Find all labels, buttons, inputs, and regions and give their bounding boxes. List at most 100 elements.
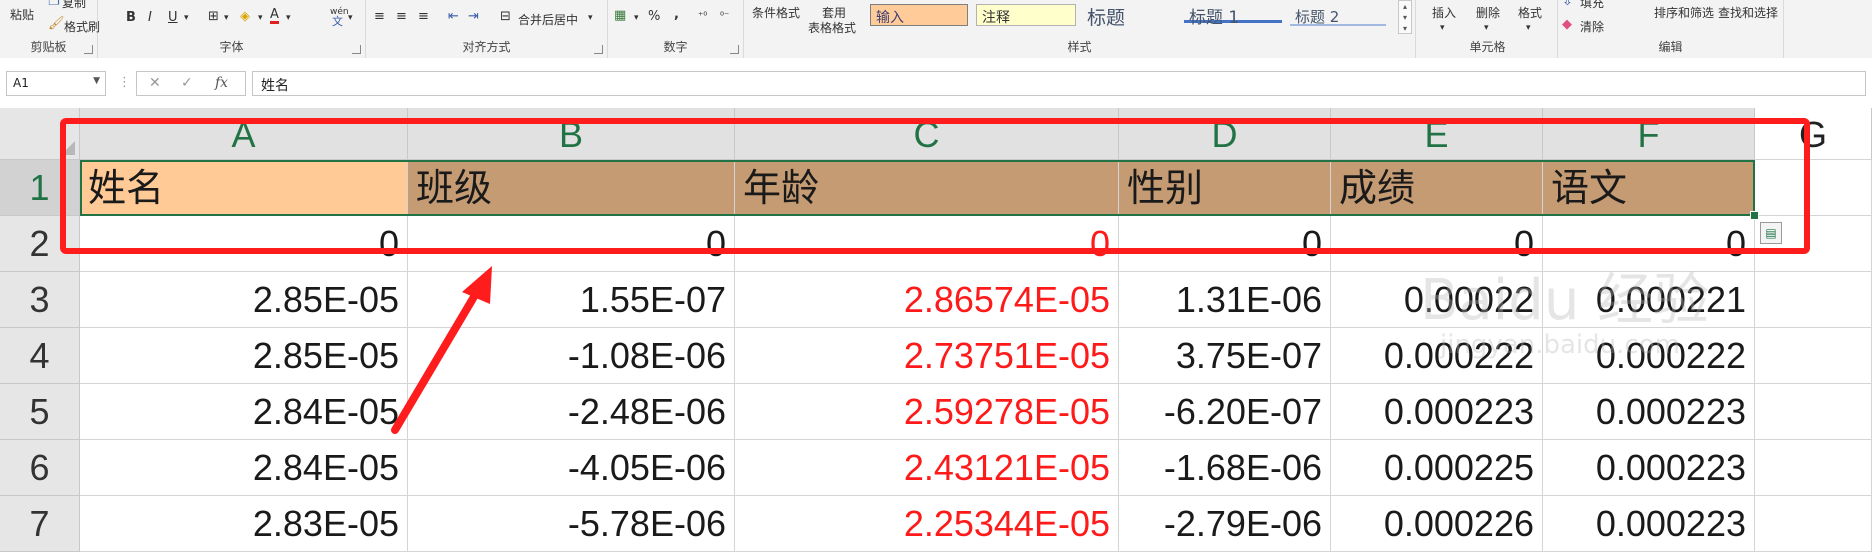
cell-a6[interactable]: 2.84E-05 <box>80 440 408 496</box>
cell-e7[interactable]: 0.000226 <box>1331 496 1543 552</box>
cancel-entry-button[interactable]: ✕ <box>149 75 161 91</box>
cell-c7[interactable]: 2.25344E-05 <box>735 496 1119 552</box>
cell-e3[interactable]: 0.00022 <box>1331 272 1543 328</box>
format-cells-button[interactable]: 格式 <box>1518 4 1542 21</box>
border-dropdown-icon[interactable]: ▾ <box>224 10 229 26</box>
cell-a7[interactable]: 2.83E-05 <box>80 496 408 552</box>
style-input-swatch[interactable]: 输入 <box>870 4 968 26</box>
format-dropdown-icon[interactable]: ▾ <box>1526 20 1531 36</box>
cell-g6[interactable] <box>1755 440 1872 496</box>
cell-g4[interactable] <box>1755 328 1872 384</box>
row-header-1[interactable]: 1 <box>0 160 80 216</box>
cell-g1[interactable] <box>1755 160 1872 216</box>
cell-f3[interactable]: 0.000221 <box>1543 272 1755 328</box>
cell-c1[interactable]: 年龄 <box>735 160 1119 216</box>
delete-button[interactable]: 删除 <box>1476 4 1500 21</box>
find-select-button[interactable]: 查找和选择 <box>1718 4 1778 21</box>
fill-handle[interactable] <box>1750 211 1759 220</box>
cell-d2[interactable]: 0 <box>1119 216 1331 272</box>
insert-dropdown-icon[interactable]: ▾ <box>1440 20 1445 36</box>
cell-c6[interactable]: 2.43121E-05 <box>735 440 1119 496</box>
copy-button[interactable]: 复制 <box>62 0 86 11</box>
cell-a1[interactable]: 姓名 <box>80 160 408 216</box>
cell-f2[interactable]: 0 <box>1543 216 1755 272</box>
cell-e5[interactable]: 0.000223 <box>1331 384 1543 440</box>
row-header-4[interactable]: 4 <box>0 328 80 384</box>
format-as-table-button[interactable]: 表格格式 <box>808 19 856 36</box>
cell-b5[interactable]: -2.48E-06 <box>408 384 735 440</box>
cell-b3[interactable]: 1.55E-07 <box>408 272 735 328</box>
cell-d4[interactable]: 3.75E-07 <box>1119 328 1331 384</box>
cell-f7[interactable]: 0.000223 <box>1543 496 1755 552</box>
column-header-g[interactable]: G <box>1755 108 1872 160</box>
fill-icon[interactable]: ⇩ <box>1562 0 1573 10</box>
italic-button[interactable]: I <box>148 10 152 26</box>
cell-d1[interactable]: 性别 <box>1119 160 1331 216</box>
row-header-2[interactable]: 2 <box>0 216 80 272</box>
formula-input[interactable]: 姓名 <box>252 71 1866 96</box>
percent-button[interactable]: % <box>648 9 660 25</box>
insert-function-button[interactable]: fx <box>215 75 228 91</box>
clear-icon[interactable]: ◆ <box>1562 17 1572 33</box>
comma-style-button[interactable]: , <box>674 7 679 23</box>
name-box[interactable]: A1 ▼ <box>6 71 106 96</box>
increase-decimal-icon[interactable]: ⁺⁰ <box>698 9 707 25</box>
cell-b1[interactable]: 班级 <box>408 160 735 216</box>
cell-f5[interactable]: 0.000223 <box>1543 384 1755 440</box>
decrease-decimal-icon[interactable]: ⁰⁻ <box>720 9 729 25</box>
cell-a5[interactable]: 2.84E-05 <box>80 384 408 440</box>
cell-e6[interactable]: 0.000225 <box>1331 440 1543 496</box>
cell-f1[interactable]: 语文 <box>1543 160 1755 216</box>
paste-button[interactable]: 粘贴 <box>10 6 34 23</box>
fill-color-dropdown-icon[interactable]: ▾ <box>258 10 263 26</box>
column-header-a[interactable]: A <box>80 108 408 160</box>
cell-g7[interactable] <box>1755 496 1872 552</box>
column-header-d[interactable]: D <box>1119 108 1331 160</box>
style-title-swatch[interactable]: 标题 <box>1082 1 1172 29</box>
currency-dropdown-icon[interactable]: ▾ <box>634 10 639 26</box>
underline-dropdown-icon[interactable]: ▾ <box>184 10 189 26</box>
quick-analysis-icon[interactable]: ▤ <box>1760 222 1782 244</box>
cell-d6[interactable]: -1.68E-06 <box>1119 440 1331 496</box>
merge-center-icon[interactable]: ⊟ <box>500 9 511 25</box>
align-right-icon[interactable]: ≡ <box>418 9 429 25</box>
cell-c5[interactable]: 2.59278E-05 <box>735 384 1119 440</box>
currency-icon[interactable]: ▦ <box>614 8 626 24</box>
cell-a4[interactable]: 2.85E-05 <box>80 328 408 384</box>
column-header-f[interactable]: F <box>1543 108 1755 160</box>
number-launcher-icon[interactable] <box>730 45 739 54</box>
format-painter-icon[interactable]: 🖌 <box>48 16 65 32</box>
row-header-3[interactable]: 3 <box>0 272 80 328</box>
format-painter-button[interactable]: 格式刷 <box>64 18 100 35</box>
cell-a3[interactable]: 2.85E-05 <box>80 272 408 328</box>
underline-button[interactable]: U <box>168 10 178 26</box>
increase-indent-icon[interactable]: ⇥ <box>468 9 479 25</box>
cell-b6[interactable]: -4.05E-06 <box>408 440 735 496</box>
style-note-swatch[interactable]: 注释 <box>976 4 1076 26</box>
clear-button[interactable]: 清除 <box>1580 18 1604 35</box>
align-left-icon[interactable]: ≡ <box>374 9 385 25</box>
sort-filter-button[interactable]: 排序和筛选 <box>1654 4 1714 21</box>
cell-c3[interactable]: 2.86574E-05 <box>735 272 1119 328</box>
font-launcher-icon[interactable] <box>352 45 361 54</box>
style-heading1-swatch[interactable]: 标题 1 <box>1184 1 1282 28</box>
select-all-button[interactable] <box>0 108 80 160</box>
alignment-launcher-icon[interactable] <box>594 45 603 54</box>
cell-d5[interactable]: -6.20E-07 <box>1119 384 1331 440</box>
phonetic-dropdown-icon[interactable]: ▾ <box>348 10 353 26</box>
column-header-e[interactable]: E <box>1331 108 1543 160</box>
clipboard-launcher-icon[interactable] <box>84 45 93 54</box>
merge-dropdown-icon[interactable]: ▾ <box>588 10 593 26</box>
cell-d7[interactable]: -2.79E-06 <box>1119 496 1331 552</box>
phonetic-guide-icon[interactable]: 文 <box>332 14 343 30</box>
cell-e4[interactable]: 0.000222 <box>1331 328 1543 384</box>
formula-bar-options-icon[interactable]: ⋮ <box>118 75 131 91</box>
cell-e1[interactable]: 成绩 <box>1331 160 1543 216</box>
align-center-icon[interactable]: ≡ <box>396 9 407 25</box>
copy-icon[interactable]: ❐ <box>48 0 60 10</box>
cell-b2[interactable]: 0 <box>408 216 735 272</box>
cell-c4[interactable]: 2.73751E-05 <box>735 328 1119 384</box>
cell-b7[interactable]: -5.78E-06 <box>408 496 735 552</box>
font-color-button[interactable]: A <box>270 8 279 24</box>
row-header-6[interactable]: 6 <box>0 440 80 496</box>
